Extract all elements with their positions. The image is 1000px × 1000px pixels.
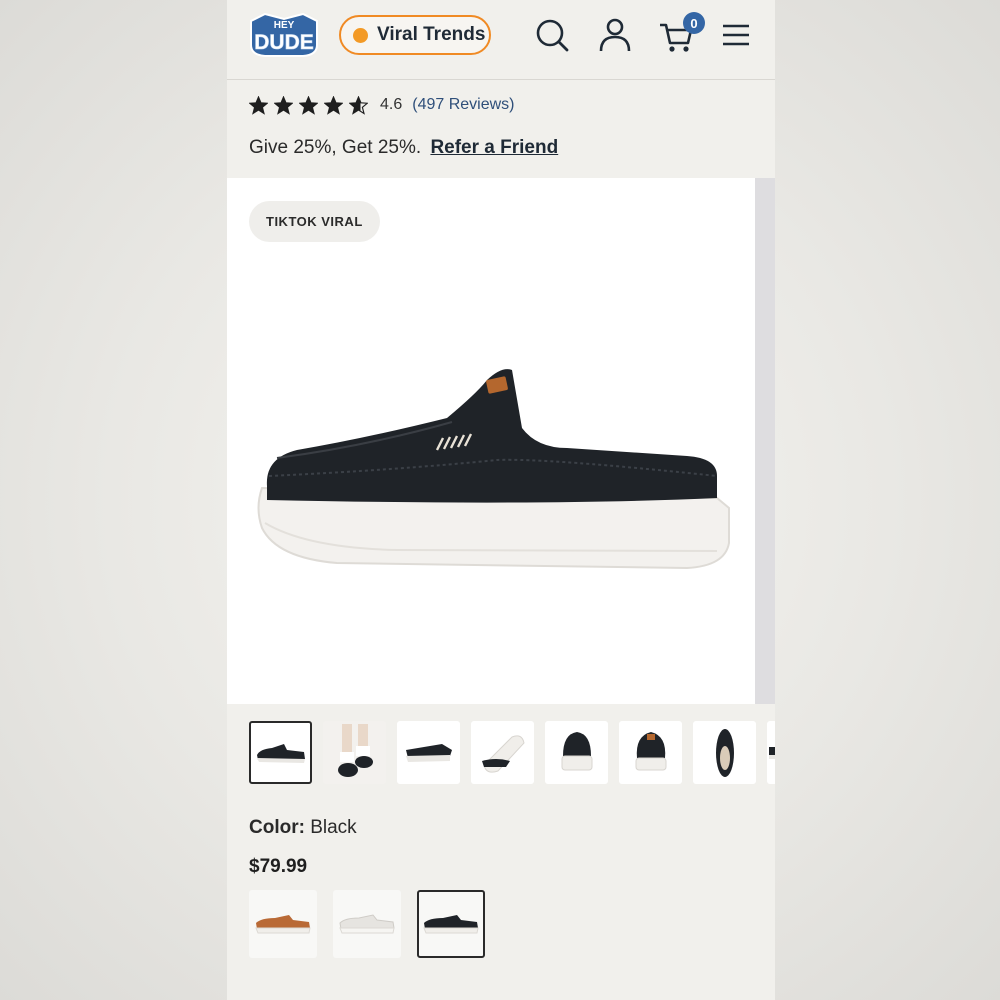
- tiktok-viral-badge: TIKTOK VIRAL: [249, 201, 380, 242]
- thumbnail-sole-view[interactable]: [471, 721, 534, 784]
- star-full-icon: [249, 95, 268, 115]
- color-label: Color:: [249, 817, 305, 838]
- viral-trends-label: Viral Trends: [377, 24, 486, 45]
- thumbnail-angle-view[interactable]: [397, 721, 460, 784]
- thumbnail-front-view[interactable]: [619, 721, 682, 784]
- thumbnail-partial[interactable]: [767, 721, 775, 784]
- brand-logo[interactable]: HEY DUDE: [247, 11, 321, 59]
- shoe-image: [257, 369, 730, 570]
- search-icon[interactable]: [534, 16, 570, 54]
- thumbnail-top-view[interactable]: [693, 721, 756, 784]
- next-image-peek[interactable]: [755, 178, 775, 704]
- swatch-white[interactable]: [333, 890, 401, 958]
- star-full-icon: [299, 95, 318, 115]
- cart-count-badge: 0: [683, 12, 705, 34]
- star-full-icon: [324, 95, 343, 115]
- star-full-icon: [274, 95, 293, 115]
- menu-icon[interactable]: [721, 20, 757, 58]
- account-icon[interactable]: [597, 16, 633, 54]
- thumbnail-back-view[interactable]: [545, 721, 608, 784]
- thumbnail-side-view[interactable]: [249, 721, 312, 784]
- site-header: HEY DUDE Viral Trends 0: [227, 0, 775, 80]
- svg-text:HEY: HEY: [274, 20, 295, 31]
- referral-text: Give 25%, Get 25%.: [249, 137, 422, 158]
- product-page: HEY DUDE Viral Trends 0 4.6 (497 Reviews…: [227, 0, 775, 1000]
- viral-trends-pill[interactable]: Viral Trends: [339, 15, 491, 55]
- thumbnail-strip: [249, 721, 775, 784]
- product-rating[interactable]: 4.6 (497 Reviews): [249, 93, 515, 117]
- rating-value: 4.6: [380, 96, 403, 113]
- main-product-image[interactable]: TIKTOK VIRAL: [227, 178, 755, 704]
- reviews-link[interactable]: (497 Reviews): [412, 96, 514, 114]
- selected-color: Color: Black: [249, 817, 357, 839]
- refer-a-friend-link[interactable]: Refer a Friend: [430, 137, 558, 158]
- orange-dot-icon: [353, 27, 368, 43]
- product-price: $79.99: [249, 856, 308, 877]
- svg-text:DUDE: DUDE: [254, 31, 314, 54]
- thumbnail-on-foot[interactable]: [323, 721, 386, 784]
- color-swatches: [249, 890, 485, 958]
- color-value: Black: [310, 817, 357, 838]
- swatch-black[interactable]: [417, 890, 485, 958]
- star-rating: [249, 95, 368, 115]
- referral-banner: Give 25%, Get 25%. Refer a Friend: [249, 137, 558, 159]
- swatch-tan[interactable]: [249, 890, 317, 958]
- star-half-icon: [349, 95, 368, 115]
